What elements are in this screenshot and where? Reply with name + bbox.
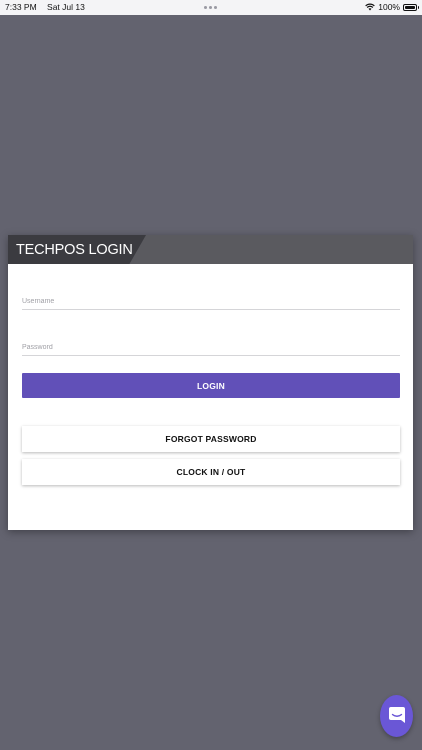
password-field (22, 336, 400, 357)
chat-button[interactable] (380, 695, 413, 737)
battery-percent: 100% (378, 2, 400, 12)
status-right: 100% (365, 2, 419, 12)
username-field (22, 290, 400, 311)
multitasking-dots-icon[interactable] (204, 6, 217, 9)
login-button[interactable]: LOGIN (22, 373, 400, 398)
clock-in-out-button[interactable]: CLOCK IN / OUT (22, 459, 400, 485)
forgot-password-button[interactable]: FORGOT PASSWORD (22, 426, 400, 452)
battery-icon (403, 3, 419, 11)
login-card: TECHPOS LOGIN LOGIN FORGOT PASSWORD CLOC… (8, 235, 413, 530)
password-input[interactable] (22, 338, 400, 357)
card-header: TECHPOS LOGIN (8, 235, 413, 264)
status-left: 7:33 PM Sat Jul 13 (5, 2, 93, 12)
login-title: TECHPOS LOGIN (16, 242, 133, 258)
status-date: Sat Jul 13 (47, 2, 85, 12)
wifi-icon (365, 3, 375, 11)
status-bar: 7:33 PM Sat Jul 13 100% (0, 0, 422, 15)
chat-bubble-icon (388, 707, 405, 723)
username-input[interactable] (22, 292, 400, 311)
status-time: 7:33 PM (5, 2, 37, 12)
